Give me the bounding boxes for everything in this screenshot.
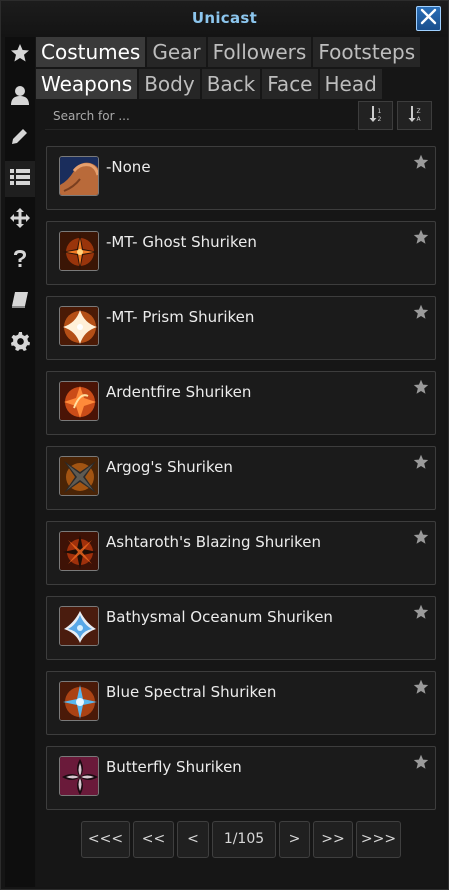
back-many-button[interactable]: << xyxy=(133,821,174,858)
book-icon xyxy=(11,291,29,313)
item-name: -None xyxy=(106,158,151,176)
list-icon xyxy=(10,169,30,189)
list-item[interactable]: -MT- Ghost Shuriken xyxy=(46,221,436,285)
prev-page-button[interactable]: < xyxy=(177,821,209,858)
shuriken-prism-icon xyxy=(59,306,99,346)
pencil-icon xyxy=(11,127,29,149)
list-item[interactable]: -None xyxy=(46,146,436,210)
svg-text:1: 1 xyxy=(377,108,381,115)
tab-face[interactable]: Face xyxy=(262,69,318,99)
sidebar-item-move[interactable] xyxy=(5,202,35,238)
sidebar-item-list[interactable] xyxy=(5,161,35,197)
list-item[interactable]: Blue Spectral Shuriken xyxy=(46,671,436,735)
tab-costumes[interactable]: Costumes xyxy=(36,37,146,67)
shuriken-ghost-icon xyxy=(59,231,99,271)
user-icon xyxy=(11,85,29,109)
svg-text:2: 2 xyxy=(377,116,381,122)
item-name: Argog's Shuriken xyxy=(106,458,233,476)
tab-back[interactable]: Back xyxy=(201,69,261,99)
tab-gear[interactable]: Gear xyxy=(147,37,206,67)
list-item[interactable]: Ardentfire Shuriken xyxy=(46,371,436,435)
favorite-star-icon[interactable] xyxy=(413,154,429,170)
main-content: Costumes Gear Followers Footsteps Weapon… xyxy=(36,37,444,887)
search-input[interactable]: Search for ... xyxy=(45,102,355,130)
tab-head[interactable]: Head xyxy=(319,69,382,99)
item-name: Ashtaroth's Blazing Shuriken xyxy=(106,533,322,551)
star-icon xyxy=(10,43,30,67)
tab-weapons[interactable]: Weapons xyxy=(36,69,138,99)
arm-icon xyxy=(59,156,99,196)
sidebar-item-profile[interactable] xyxy=(5,79,35,115)
first-page-button[interactable]: <<< xyxy=(81,821,130,858)
window-title: Unicast xyxy=(191,9,258,27)
tab-footsteps[interactable]: Footsteps xyxy=(313,37,421,67)
item-name: -MT- Ghost Shuriken xyxy=(106,233,257,251)
favorite-star-icon[interactable] xyxy=(413,679,429,695)
svg-text:A: A xyxy=(416,116,421,122)
sidebar-item-favorites[interactable] xyxy=(5,37,35,73)
shuriken-spectral-icon xyxy=(59,681,99,721)
favorite-star-icon[interactable] xyxy=(413,454,429,470)
favorite-star-icon[interactable] xyxy=(413,754,429,770)
question-icon xyxy=(13,250,27,272)
category-tabs: Costumes Gear Followers Footsteps xyxy=(36,37,421,67)
slot-tabs: Weapons Body Back Face Head xyxy=(36,69,382,99)
shuriken-ardentfire-icon xyxy=(59,381,99,421)
sidebar-item-edit[interactable] xyxy=(5,120,35,156)
tab-followers[interactable]: Followers xyxy=(207,37,312,67)
list-item[interactable]: Argog's Shuriken xyxy=(46,446,436,510)
tab-body[interactable]: Body xyxy=(139,69,200,99)
favorite-star-icon[interactable] xyxy=(413,304,429,320)
list-item[interactable]: -MT- Prism Shuriken xyxy=(46,296,436,360)
unicast-window: Unicast Costumes Gear Followers Footstep… xyxy=(0,0,449,890)
item-name: -MT- Prism Shuriken xyxy=(106,308,255,326)
item-name: Ardentfire Shuriken xyxy=(106,383,252,401)
favorite-star-icon[interactable] xyxy=(413,604,429,620)
move-icon xyxy=(10,208,30,232)
shuriken-blazing-icon xyxy=(59,531,99,571)
sort-ascending-button[interactable]: 12 xyxy=(358,101,393,130)
title-bar[interactable]: Unicast xyxy=(1,1,448,37)
item-name: Blue Spectral Shuriken xyxy=(106,683,277,701)
forward-many-button[interactable]: >> xyxy=(313,821,353,858)
last-page-button[interactable]: >>> xyxy=(356,821,401,858)
shuriken-butterfly-icon xyxy=(59,756,99,796)
list-item[interactable]: Bathysmal Oceanum Shuriken xyxy=(46,596,436,660)
sidebar xyxy=(5,37,35,887)
sidebar-item-book[interactable] xyxy=(5,284,35,320)
sort-descending-icon: ZA xyxy=(408,105,422,126)
item-name: Bathysmal Oceanum Shuriken xyxy=(106,608,333,626)
sidebar-item-help[interactable] xyxy=(5,243,35,279)
gear-icon xyxy=(10,331,30,355)
close-icon xyxy=(420,8,437,29)
list-item[interactable]: Ashtaroth's Blazing Shuriken xyxy=(46,521,436,585)
svg-text:Z: Z xyxy=(416,108,420,115)
shuriken-argog-icon xyxy=(59,456,99,496)
item-name: Butterfly Shuriken xyxy=(106,758,242,776)
favorite-star-icon[interactable] xyxy=(413,529,429,545)
favorite-star-icon[interactable] xyxy=(413,229,429,245)
list-item[interactable]: Butterfly Shuriken xyxy=(46,746,436,810)
sort-ascending-icon: 12 xyxy=(369,105,383,126)
sidebar-item-settings[interactable] xyxy=(5,325,35,361)
close-button[interactable] xyxy=(416,6,441,31)
favorite-star-icon[interactable] xyxy=(413,379,429,395)
sort-descending-button[interactable]: ZA xyxy=(397,101,432,130)
page-indicator: 1/105 xyxy=(212,821,276,858)
shuriken-oceanum-icon xyxy=(59,606,99,646)
next-page-button[interactable]: > xyxy=(279,821,310,858)
